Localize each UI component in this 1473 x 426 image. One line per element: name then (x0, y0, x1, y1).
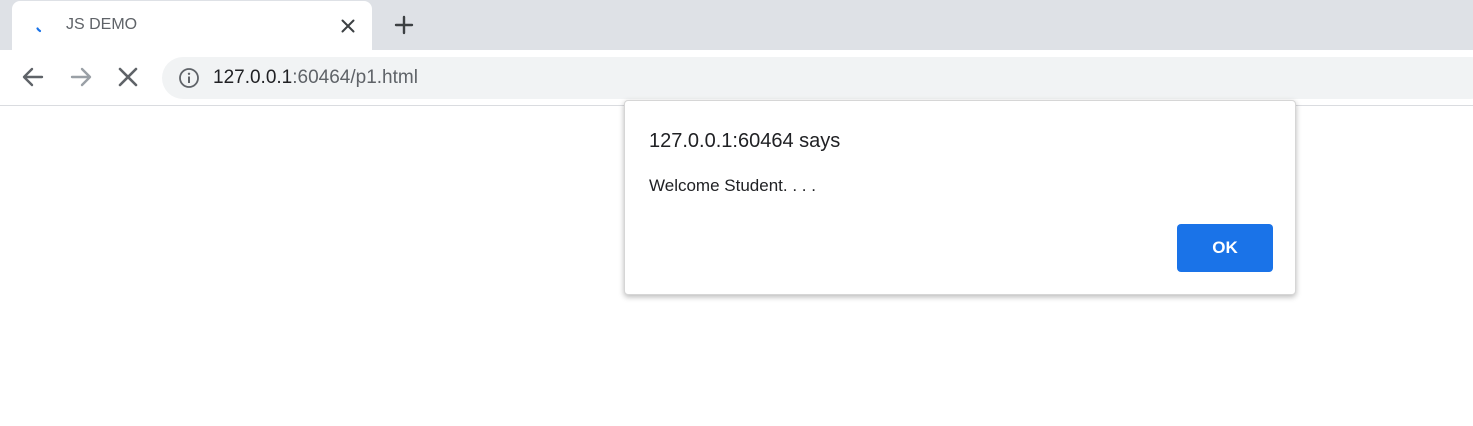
alert-dialog: 127.0.0.1:60464 says Welcome Student. . … (624, 100, 1296, 295)
url-path: :60464/p1.html (292, 67, 418, 88)
dialog-message: Welcome Student. . . . (649, 176, 816, 195)
plus-icon[interactable] (392, 13, 416, 37)
loading-spinner-icon (36, 27, 42, 33)
ok-button[interactable]: OK (1177, 224, 1273, 272)
tab-strip: JS DEMO (0, 0, 1473, 50)
arrow-left-icon[interactable] (19, 63, 47, 91)
tab-title: JS DEMO (66, 16, 138, 33)
stop-icon[interactable] (114, 63, 142, 91)
arrow-right-icon[interactable] (67, 63, 95, 91)
browser-toolbar: 127.0.0.1:60464/p1.html (0, 50, 1473, 106)
dialog-title: 127.0.0.1:60464 says (649, 130, 841, 152)
address-bar[interactable]: 127.0.0.1:60464/p1.html (162, 57, 1473, 99)
info-icon[interactable] (178, 67, 200, 89)
close-icon[interactable] (338, 16, 358, 36)
url-host: 127.0.0.1 (213, 67, 293, 88)
browser-tab[interactable]: JS DEMO (12, 1, 372, 50)
url-text[interactable]: 127.0.0.1:60464/p1.html (213, 67, 418, 89)
